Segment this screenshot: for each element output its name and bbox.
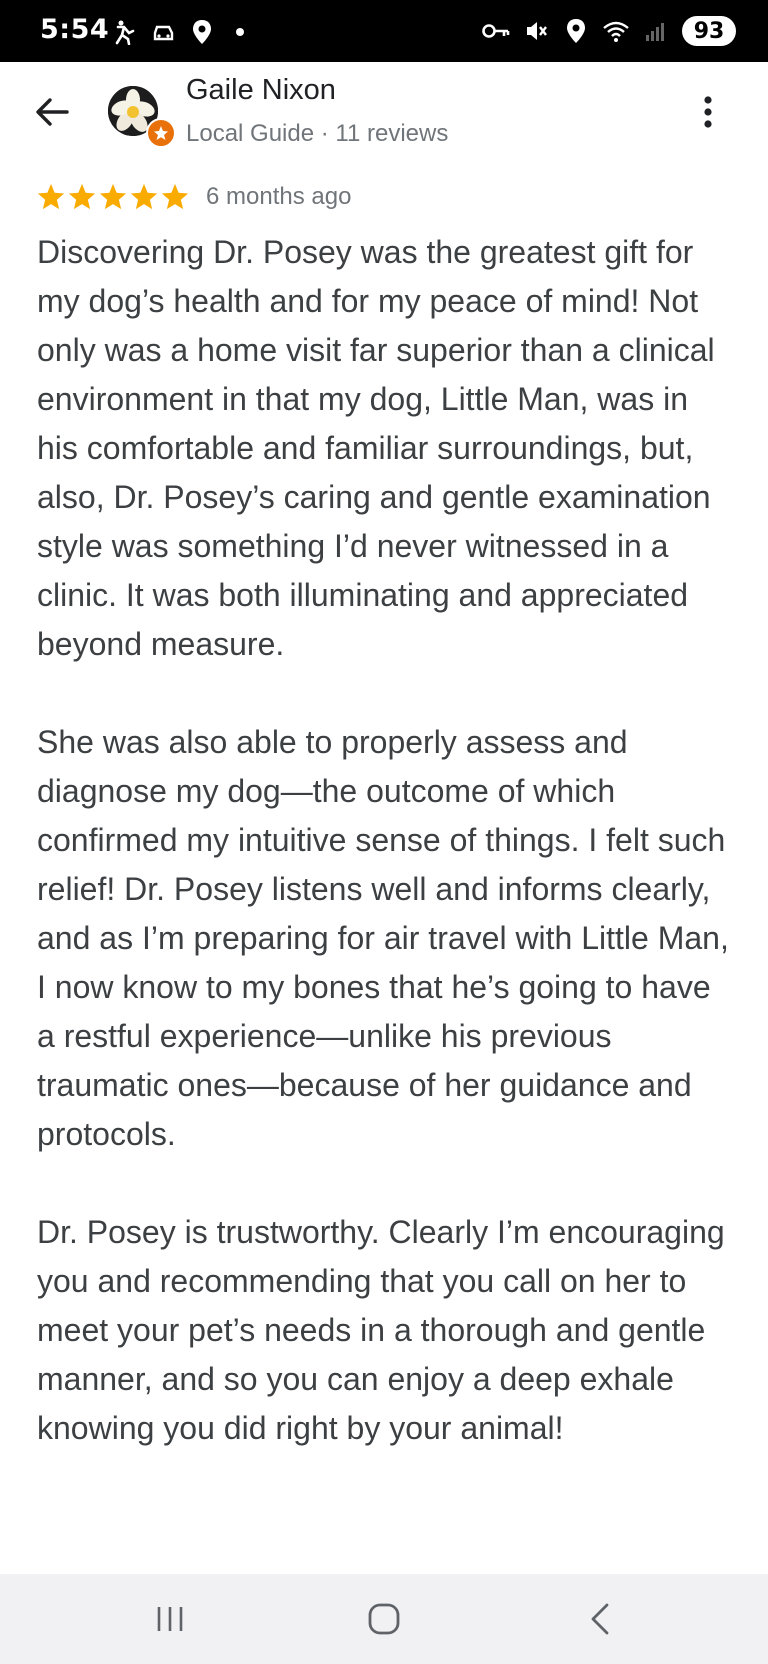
local-guide-badge xyxy=(146,118,176,148)
star-icon xyxy=(130,183,158,210)
accessibility-icon xyxy=(112,18,140,46)
recent-apps-button[interactable] xyxy=(145,1596,195,1642)
reviewer-meta: Local Guide · 11 reviews xyxy=(186,120,449,147)
star-icon xyxy=(37,183,65,210)
review-body: Discovering Dr. Posey was the greatest g… xyxy=(37,228,737,1453)
back-nav-icon xyxy=(591,1603,609,1635)
dot-icon xyxy=(226,18,254,46)
signal-icon xyxy=(642,17,670,45)
status-left-icons xyxy=(112,18,254,46)
more-vert-icon xyxy=(704,96,712,128)
status-bar: 5:54 93 xyxy=(0,0,768,62)
status-time: 5:54 xyxy=(40,14,110,45)
star-badge-icon xyxy=(154,126,168,140)
rating-row: 6 months ago xyxy=(36,182,351,212)
star-icon xyxy=(99,183,127,210)
car-icon xyxy=(150,18,178,46)
home-icon xyxy=(368,1603,400,1635)
location-icon xyxy=(562,17,590,45)
home-button[interactable] xyxy=(359,1596,409,1642)
star-icon xyxy=(161,183,189,210)
star-rating xyxy=(36,182,190,212)
nav-back-button[interactable] xyxy=(575,1596,625,1642)
review-paragraph: She was also able to properly assess and… xyxy=(37,724,729,1152)
wifi-icon xyxy=(602,17,630,45)
recent-apps-icon xyxy=(157,1607,183,1631)
review-paragraph: Discovering Dr. Posey was the greatest g… xyxy=(37,234,715,662)
star-icon xyxy=(68,183,96,210)
vpn-key-icon xyxy=(482,17,510,45)
battery-indicator: 93 xyxy=(682,16,736,46)
location-icon xyxy=(188,18,216,46)
system-nav-bar xyxy=(0,1574,768,1664)
more-options-button[interactable] xyxy=(692,90,724,134)
reviewer-name[interactable]: Gaile Nixon xyxy=(186,74,336,107)
mute-icon xyxy=(522,17,550,45)
status-right-icons: 93 xyxy=(482,16,736,46)
review-date: 6 months ago xyxy=(206,183,352,210)
arrow-back-icon xyxy=(36,98,69,126)
back-button[interactable] xyxy=(30,90,74,134)
review-paragraph: Dr. Posey is trustworthy. Clearly I’m en… xyxy=(37,1214,725,1446)
